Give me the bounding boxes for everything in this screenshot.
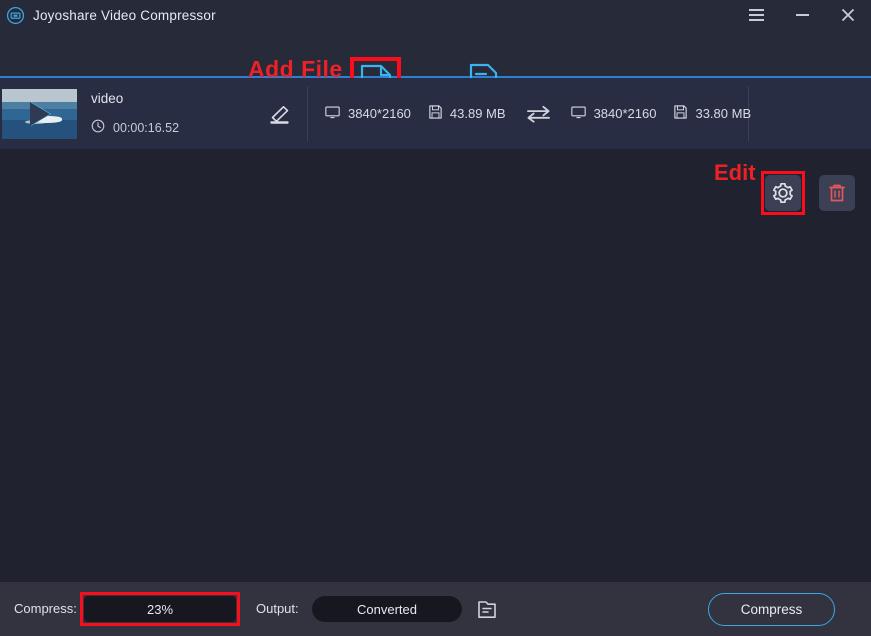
source-size-text: 43.89 MB	[449, 106, 506, 121]
source-resolution: 3840*2160	[325, 106, 411, 122]
target-resolution-text: 3840*2160	[593, 106, 657, 121]
app-title: Joyoshare Video Compressor	[33, 7, 216, 23]
edit-annotation: Edit	[714, 160, 756, 185]
monitor-icon	[325, 106, 340, 122]
window-controls	[733, 0, 871, 30]
file-duration: 00:00:16.52	[91, 119, 256, 136]
compress-button[interactable]: Compress	[708, 593, 835, 626]
monitor-icon	[570, 106, 586, 122]
file-row[interactable]: video 00:00:16.52 3840*2160 43.89 MB 384…	[0, 78, 871, 149]
title-bar: Joyoshare Video Compressor	[0, 0, 871, 30]
close-icon[interactable]	[825, 0, 871, 30]
row-divider-left	[307, 86, 308, 141]
file-list: video 00:00:16.52 3840*2160 43.89 MB 384…	[0, 78, 871, 582]
pencil-edit-icon[interactable]	[266, 104, 296, 126]
toolbar: Add File	[0, 30, 871, 108]
source-size: 43.89 MB	[429, 105, 506, 122]
trash-delete-icon[interactable]	[819, 175, 855, 211]
compress-ratio-field[interactable]: 23%	[84, 596, 236, 622]
file-stats: 3840*2160 43.89 MB 3840*2160 33.80 MB	[325, 78, 751, 149]
gear-settings-icon[interactable]	[765, 175, 801, 211]
file-duration-text: 00:00:16.52	[113, 120, 180, 135]
target-size: 33.80 MB	[674, 105, 751, 122]
bottom-bar: Compress: 23% Output: Converted Compress	[0, 582, 871, 636]
minimize-icon[interactable]	[779, 0, 825, 30]
app-window: Joyoshare Video Compressor Add File vide…	[0, 0, 871, 636]
disk-icon	[429, 105, 442, 122]
hamburger-menu-icon[interactable]	[733, 0, 779, 30]
file-meta: video 00:00:16.52	[91, 91, 256, 136]
target-size-text: 33.80 MB	[695, 106, 752, 121]
compress-label: Compress:	[14, 601, 77, 616]
target-resolution: 3840*2160	[570, 106, 657, 122]
disk-icon	[674, 105, 688, 122]
output-label: Output:	[256, 601, 299, 616]
output-format-field[interactable]: Converted	[312, 596, 462, 622]
file-name: video	[91, 91, 124, 106]
source-resolution-text: 3840*2160	[348, 106, 411, 121]
swap-arrows-icon	[526, 105, 551, 123]
video-thumbnail-play-icon[interactable]	[2, 88, 77, 139]
output-folder-icon[interactable]	[474, 596, 500, 622]
app-logo-icon	[5, 5, 25, 25]
clock-icon	[91, 119, 105, 136]
